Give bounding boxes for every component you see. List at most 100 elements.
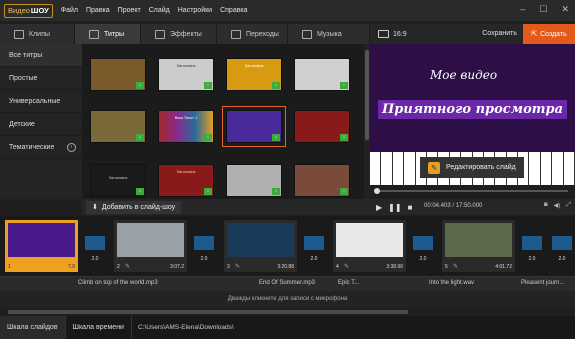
effects-icon: [155, 29, 165, 39]
category-thematic[interactable]: Тематические ›: [0, 136, 82, 159]
tab-effects[interactable]: Эффекты: [141, 24, 217, 44]
transition-icon: [413, 236, 433, 250]
preview-title-line1: Мое видео: [430, 68, 498, 82]
transition[interactable]: 2.0: [410, 232, 436, 266]
download-icon: ↓: [204, 134, 212, 141]
timeline-scrollbar[interactable]: [0, 308, 575, 316]
volume-icon[interactable]: ◀): [554, 202, 561, 209]
mic-record-hint[interactable]: Дважды кликните для записи с микрофона: [0, 291, 575, 308]
slide-thumbnail: [8, 223, 75, 257]
menu-slide[interactable]: Слайд: [149, 7, 170, 14]
chevron-right-icon[interactable]: ›: [67, 142, 76, 152]
menu-project[interactable]: Проект: [118, 7, 141, 14]
menu-settings[interactable]: Настройки: [178, 7, 212, 14]
transition-icon: [194, 236, 214, 250]
title-thumb[interactable]: Ваш Текст 1 ↓: [158, 110, 214, 143]
clips-icon: [14, 29, 24, 39]
transition[interactable]: 2.0: [82, 232, 108, 266]
slide-clip[interactable]: 1 7.0: [5, 220, 78, 272]
menubar: Видео ШОУ Файл Правка Проект Слайд Настро…: [0, 0, 575, 21]
preview-toolbar: 16:9 Сохранить ⇱ Создать: [370, 24, 575, 44]
title-thumb-selected[interactable]: ↓: [222, 106, 286, 147]
preview-title-line2: Приятного просмотра: [378, 100, 568, 119]
folder-path: C:\Users\AMS-Elena\Downloads\: [137, 324, 234, 331]
title-thumb[interactable]: Заголовок ↓: [226, 58, 282, 91]
download-icon: ↓: [340, 82, 348, 89]
aspect-ratio-button[interactable]: 16:9: [378, 30, 407, 38]
category-simple[interactable]: Простые: [0, 67, 82, 90]
transition[interactable]: 2.0: [549, 232, 575, 266]
category-kids[interactable]: Детские: [0, 113, 82, 136]
title-thumb[interactable]: ↓: [90, 58, 146, 91]
close-icon[interactable]: ✕: [561, 4, 569, 15]
transition[interactable]: 2.0: [301, 232, 327, 266]
pencil-icon[interactable]: ✎: [453, 263, 458, 270]
menu-edit[interactable]: Правка: [86, 7, 110, 14]
titles-icon: [89, 29, 99, 39]
category-universal[interactable]: Универсальные: [0, 90, 82, 113]
titles-grid: ↓ Заголовок ↓ Заголовок ↓ ↓ ↓ Ваш Текст 1 ↓…: [82, 44, 364, 199]
slide-clip[interactable]: 3 ✎ 3:20.88: [224, 220, 297, 272]
audio-clip[interactable]: End Of Summer.mp3: [259, 280, 315, 286]
slide-timeline: 1 7.0 2.0 2 ✎ 3:07.2 2.0 3 ✎ 3:20.88 2.0…: [0, 216, 575, 276]
pause-icon[interactable]: ❚❚: [388, 203, 401, 212]
menu-file[interactable]: Файл: [61, 7, 78, 14]
download-icon: ↓: [136, 188, 144, 195]
play-icon[interactable]: ▶: [376, 203, 382, 212]
audio-clip[interactable]: Epic T...: [338, 280, 359, 286]
minimize-icon[interactable]: –: [520, 4, 525, 15]
title-thumb[interactable]: Заголовок ↓: [90, 164, 146, 197]
tab-clips[interactable]: Клипы: [0, 24, 75, 44]
menu-help[interactable]: Справка: [220, 7, 247, 14]
title-thumb[interactable]: ↓: [294, 110, 350, 143]
transition-icon: [304, 236, 324, 250]
slide-thumbnail: [336, 223, 403, 257]
transition[interactable]: 2.0: [519, 232, 545, 266]
download-icon: ↓: [136, 82, 144, 89]
category-all[interactable]: Все титры: [0, 44, 82, 67]
player-controls: ▶ ❚❚ ■ 00:04.403 / 17:50.000 ◙ ◀) ⤢: [370, 199, 575, 215]
edit-slide-button[interactable]: ✎ Редактировать слайд: [420, 157, 524, 178]
title-thumb[interactable]: Заголовок ↓: [158, 58, 214, 91]
audio-clip[interactable]: Into the light.wav: [429, 280, 474, 286]
slide-clip[interactable]: 5 ✎ 4:01.72: [442, 220, 515, 272]
transitions-icon: [231, 29, 241, 39]
add-to-slideshow-button[interactable]: ⬇ Добавить в слайд-шоу: [86, 200, 182, 214]
camera-icon[interactable]: ◙: [544, 202, 548, 209]
seek-bar[interactable]: [370, 185, 575, 199]
title-thumb[interactable]: ↓: [226, 164, 282, 197]
stop-icon[interactable]: ■: [408, 203, 413, 212]
transition[interactable]: 2.0: [191, 232, 217, 266]
title-thumb[interactable]: ↓: [294, 58, 350, 91]
pencil-icon[interactable]: ✎: [344, 263, 349, 270]
audio-track: Climb on top of the world.mp3 End Of Sum…: [0, 276, 575, 291]
seek-handle[interactable]: [374, 188, 380, 194]
maximize-icon[interactable]: ☐: [539, 4, 547, 15]
pencil-icon: ✎: [428, 161, 440, 174]
audio-clip[interactable]: Climb on top of the world.mp3: [78, 280, 158, 286]
tab-music[interactable]: Музыка: [288, 24, 370, 44]
title-thumb[interactable]: ↓: [90, 110, 146, 143]
tab-time-scale[interactable]: Шкала времени: [66, 316, 132, 339]
time-display: 00:04.403 / 17:50.000: [424, 203, 483, 209]
title-thumb[interactable]: Заголовок ↓: [158, 164, 214, 197]
title-thumb[interactable]: ↓: [294, 164, 350, 197]
download-icon: ↓: [340, 134, 348, 141]
audio-clip[interactable]: Pleasent journ...: [521, 280, 564, 286]
slide-clip[interactable]: 2 ✎ 3:07.2: [114, 220, 187, 272]
fullscreen-icon[interactable]: ⤢: [566, 202, 571, 209]
tab-titles[interactable]: Титры: [75, 24, 141, 44]
download-icon: ↓: [204, 188, 212, 195]
download-icon: ↓: [272, 134, 280, 141]
slide-clip[interactable]: 4 ✎ 3:38.96: [333, 220, 406, 272]
preview-player: Мое видео Приятного просмотра ✎ Редактиро…: [370, 44, 575, 185]
pencil-icon[interactable]: ✎: [235, 263, 240, 270]
pencil-icon[interactable]: ✎: [125, 263, 130, 270]
tab-transitions[interactable]: Переходы: [217, 24, 288, 44]
download-icon: ↓: [272, 82, 280, 89]
slide-thumbnail: [227, 223, 294, 257]
tab-slide-scale[interactable]: Шкала слайдов: [0, 316, 66, 339]
add-bar: ⬇ Добавить в слайд-шоу: [82, 199, 370, 215]
save-button[interactable]: Сохранить: [482, 30, 517, 37]
create-button[interactable]: ⇱ Создать: [523, 24, 575, 44]
